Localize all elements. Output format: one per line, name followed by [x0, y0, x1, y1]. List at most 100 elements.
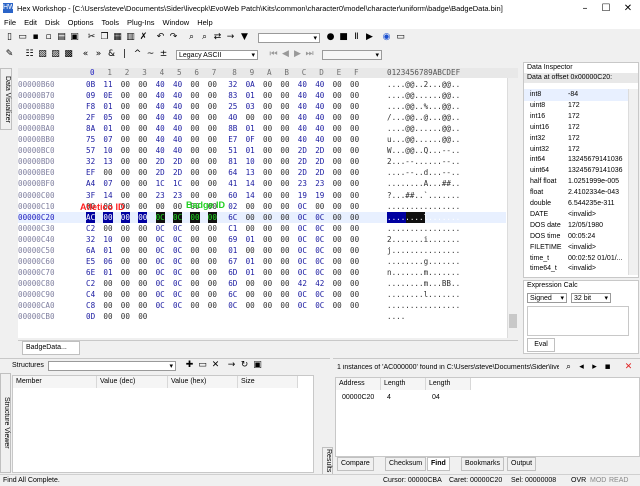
hex-byte[interactable]: 00: [138, 101, 147, 112]
hex-byte[interactable]: 00: [263, 278, 272, 289]
results-table[interactable]: Address Length Length 00000C20 4 04: [335, 377, 640, 457]
hex-byte[interactable]: 00: [333, 212, 342, 223]
hex-byte[interactable]: 00: [246, 300, 255, 311]
op-xor-icon[interactable]: ^: [132, 49, 143, 60]
ascii-text[interactable]: ....--..d...--..: [387, 167, 460, 178]
hex-byte[interactable]: 40: [315, 101, 324, 112]
hex-row[interactable]: 00000CA0 C8 00 00 00 0C 0C 00 00 0C 00 00 00 0C 0C 00 00…: [18, 300, 506, 311]
hex-byte[interactable]: 00: [263, 201, 272, 212]
hex-byte[interactable]: 01: [246, 145, 255, 156]
hex-byte[interactable]: 00: [190, 101, 199, 112]
hex-byte[interactable]: 00: [246, 223, 255, 234]
hex-byte[interactable]: 00: [208, 112, 217, 123]
hex-vertical-scrollbar[interactable]: [507, 78, 519, 338]
hex-byte[interactable]: 0C: [298, 289, 307, 300]
hex-byte[interactable]: 13: [103, 156, 112, 167]
results-find-icon[interactable]: ⌕: [563, 362, 574, 373]
hex-byte[interactable]: 03: [246, 101, 255, 112]
hex-byte[interactable]: 23: [173, 190, 182, 201]
hex-row[interactable]: 00000B90 2F 05 00 00 40 40 00 00 40 00 00 00 40 40 00 00…: [18, 112, 506, 123]
pause-icon[interactable]: Ⅱ: [351, 32, 362, 43]
hex-byte[interactable]: 0C: [156, 223, 165, 234]
ascii-text[interactable]: ................: [387, 201, 460, 212]
first-page-icon[interactable]: ⏮: [268, 49, 279, 60]
hex-byte[interactable]: 42: [315, 278, 324, 289]
hex-row[interactable]: 00000BF0 A4 07 00 00 1C 1C 00 00 41 14 00 00 23 23 00 00…: [18, 178, 506, 189]
hex-byte[interactable]: 00: [280, 278, 289, 289]
delete-icon[interactable]: ✗: [138, 32, 149, 43]
hex-row[interactable]: 00000BE0 EF 00 00 00 2D 2D 00 00 64 13 00 00 2D 2D 00 00…: [18, 167, 506, 178]
hex-byte[interactable]: E7: [228, 134, 237, 145]
hex-byte[interactable]: 0C: [156, 278, 165, 289]
hex-byte[interactable]: 00: [246, 245, 255, 256]
hex-byte[interactable]: 00: [350, 201, 359, 212]
hex-byte[interactable]: 57: [86, 145, 95, 156]
hex-byte[interactable]: 00: [333, 112, 342, 123]
checksum-icon[interactable]: ☷: [24, 49, 35, 60]
hex-byte[interactable]: 00: [103, 300, 112, 311]
hex-byte[interactable]: 00: [246, 289, 255, 300]
hex-byte[interactable]: 01: [103, 123, 112, 134]
play-icon[interactable]: ▶: [364, 32, 375, 43]
hex-byte[interactable]: 00: [333, 90, 342, 101]
ascii-text[interactable]: 2...--......--..: [387, 156, 460, 167]
hex-byte[interactable]: 0C: [173, 267, 182, 278]
hex-byte[interactable]: 00: [350, 212, 359, 223]
undo-icon[interactable]: ↶: [155, 32, 166, 43]
hex-byte[interactable]: 00: [121, 156, 130, 167]
hex-byte[interactable]: 00: [121, 223, 130, 234]
hex-byte[interactable]: 00: [208, 156, 217, 167]
hex-byte[interactable]: 00: [121, 101, 130, 112]
hex-byte[interactable]: 00: [138, 112, 147, 123]
hex-row[interactable]: 00000B80 F8 01 00 00 40 40 00 00 25 03 00 00 40 40 00 00…: [18, 101, 506, 112]
hex-byte[interactable]: 32: [86, 234, 95, 245]
compare-icon[interactable]: ▧: [37, 49, 48, 60]
result-address[interactable]: 00000C20: [342, 392, 374, 404]
hex-byte[interactable]: 10: [103, 145, 112, 156]
hex-byte[interactable]: 00: [350, 278, 359, 289]
ascii-text[interactable]: ................: [387, 300, 460, 311]
hex-byte[interactable]: 00: [333, 134, 342, 145]
hex-byte[interactable]: 00: [138, 134, 147, 145]
menu-item-window[interactable]: Window: [159, 17, 194, 29]
menu-item-file[interactable]: File: [0, 17, 20, 29]
hex-byte[interactable]: 00: [138, 311, 147, 322]
hex-byte[interactable]: 0C: [315, 234, 324, 245]
hex-byte[interactable]: 00: [138, 190, 147, 201]
hex-byte[interactable]: 0C: [173, 256, 182, 267]
goto-icon[interactable]: →: [225, 32, 236, 43]
ascii-text[interactable]: ........A...##..: [387, 178, 460, 189]
hex-byte[interactable]: 00: [333, 245, 342, 256]
maximize-icon[interactable]: ☐: [597, 2, 615, 15]
hex-byte[interactable]: 2F: [86, 112, 95, 123]
structures-header-3[interactable]: Size: [238, 376, 298, 388]
hex-byte[interactable]: 2D: [315, 167, 324, 178]
hex-byte[interactable]: 40: [298, 79, 307, 90]
hex-byte[interactable]: 00: [121, 123, 130, 134]
hex-byte[interactable]: 8B: [228, 123, 237, 134]
hex-byte[interactable]: 00: [190, 134, 199, 145]
hex-byte[interactable]: 00: [121, 311, 130, 322]
hex-byte[interactable]: 00: [120, 211, 130, 223]
hex-byte[interactable]: 00: [350, 156, 359, 167]
bits-select[interactable]: 32 bit: [571, 293, 611, 304]
hex-byte[interactable]: 40: [173, 112, 182, 123]
hex-byte[interactable]: 00: [208, 90, 217, 101]
hex-byte[interactable]: 00: [350, 190, 359, 201]
bookmark-list-icon[interactable]: ▨: [50, 49, 61, 60]
hex-byte[interactable]: 00: [190, 289, 199, 300]
hex-byte[interactable]: 0C: [156, 234, 165, 245]
hex-byte[interactable]: 14: [103, 190, 112, 201]
hex-byte[interactable]: 00: [208, 267, 217, 278]
hex-byte[interactable]: 75: [86, 134, 95, 145]
structure-viewer-tab[interactable]: Structure Viewer: [0, 373, 11, 473]
hex-byte[interactable]: 11: [103, 79, 112, 90]
hex-byte[interactable]: 00: [263, 300, 272, 311]
hex-byte[interactable]: 00: [333, 145, 342, 156]
hex-byte[interactable]: 00: [315, 201, 324, 212]
ascii-text[interactable]: ?...##..`.......: [387, 190, 460, 201]
hex-byte[interactable]: F8: [86, 101, 95, 112]
results-prev-icon[interactable]: ◂: [576, 362, 587, 373]
results-header-0[interactable]: Address: [336, 378, 381, 390]
hex-byte[interactable]: 00: [280, 201, 289, 212]
